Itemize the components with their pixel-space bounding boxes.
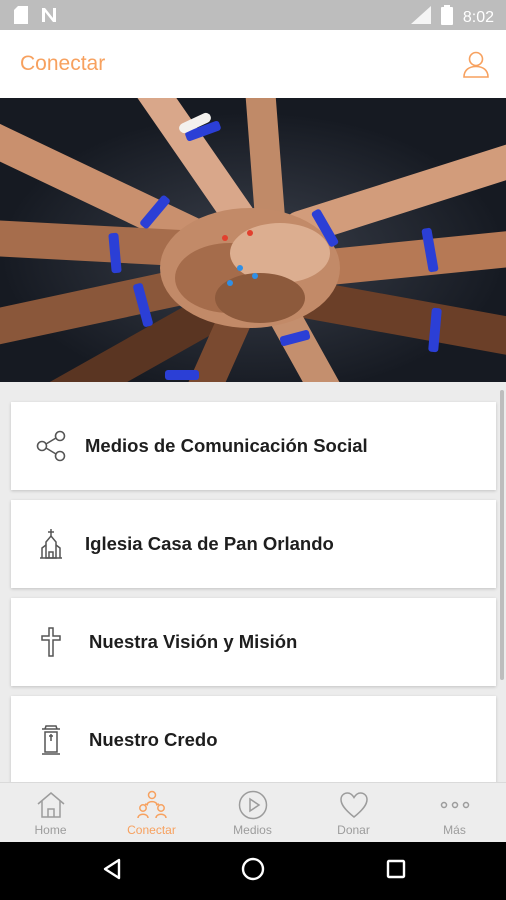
nav-label: Home [34,823,67,837]
app-header: Conectar [0,30,506,98]
nav-label: Donar [337,823,370,837]
nav-label: Más [443,823,466,837]
list-item-label: Iglesia Casa de Pan Orlando [85,533,334,554]
list-item-church[interactable]: Iglesia Casa de Pan Orlando [11,500,496,588]
status-time: 8:02 [462,8,494,26]
list-item-vision-mission[interactable]: Nuestra Visión y Misión [11,598,496,686]
signal-icon [410,6,431,29]
list-item-label: Medios de Comunicación Social [85,435,368,456]
nav-donar[interactable]: Donar [303,783,404,843]
recents-square-icon [384,857,408,886]
nav-label: Conectar [127,823,176,837]
church-icon [31,524,71,564]
back-triangle-icon [100,857,124,886]
more-dots-icon [438,788,472,822]
notification-n-icon [40,6,58,29]
hero-image [0,98,506,382]
back-button[interactable] [97,856,127,886]
recents-button[interactable] [381,856,411,886]
list-item-social-media[interactable]: Medios de Comunicación Social [11,402,496,490]
battery-icon [440,5,453,30]
bottom-nav: Home Conectar Medios Donar Más [0,782,506,843]
nav-conectar[interactable]: Conectar [101,783,202,843]
sd-card-icon [14,6,28,29]
pulpit-icon [31,720,71,760]
person-outline-icon [460,51,492,84]
nav-mas[interactable]: Más [404,783,505,843]
status-bar: 8:02 [0,0,506,30]
nav-medios[interactable]: Medios [202,783,303,843]
home-button[interactable] [238,856,268,886]
list-item-label: Nuestro Credo [89,729,218,750]
list-item-label: Nuestra Visión y Misión [89,631,298,652]
heart-icon [337,788,371,822]
scrollbar[interactable] [500,390,504,680]
list-item-creed[interactable]: Nuestro Credo [11,696,496,782]
nav-label: Medios [233,823,272,837]
connect-list[interactable]: Medios de Comunicación Social Iglesia Ca… [0,382,506,782]
cross-icon [31,622,71,662]
system-nav [0,842,506,900]
home-circle-icon [240,856,266,887]
share-icon [31,426,71,466]
nav-home[interactable]: Home [0,783,101,843]
home-icon [34,788,68,822]
page-title: Conectar [20,52,106,75]
people-icon [135,788,169,822]
play-circle-icon [236,788,270,822]
profile-button[interactable] [460,48,492,80]
